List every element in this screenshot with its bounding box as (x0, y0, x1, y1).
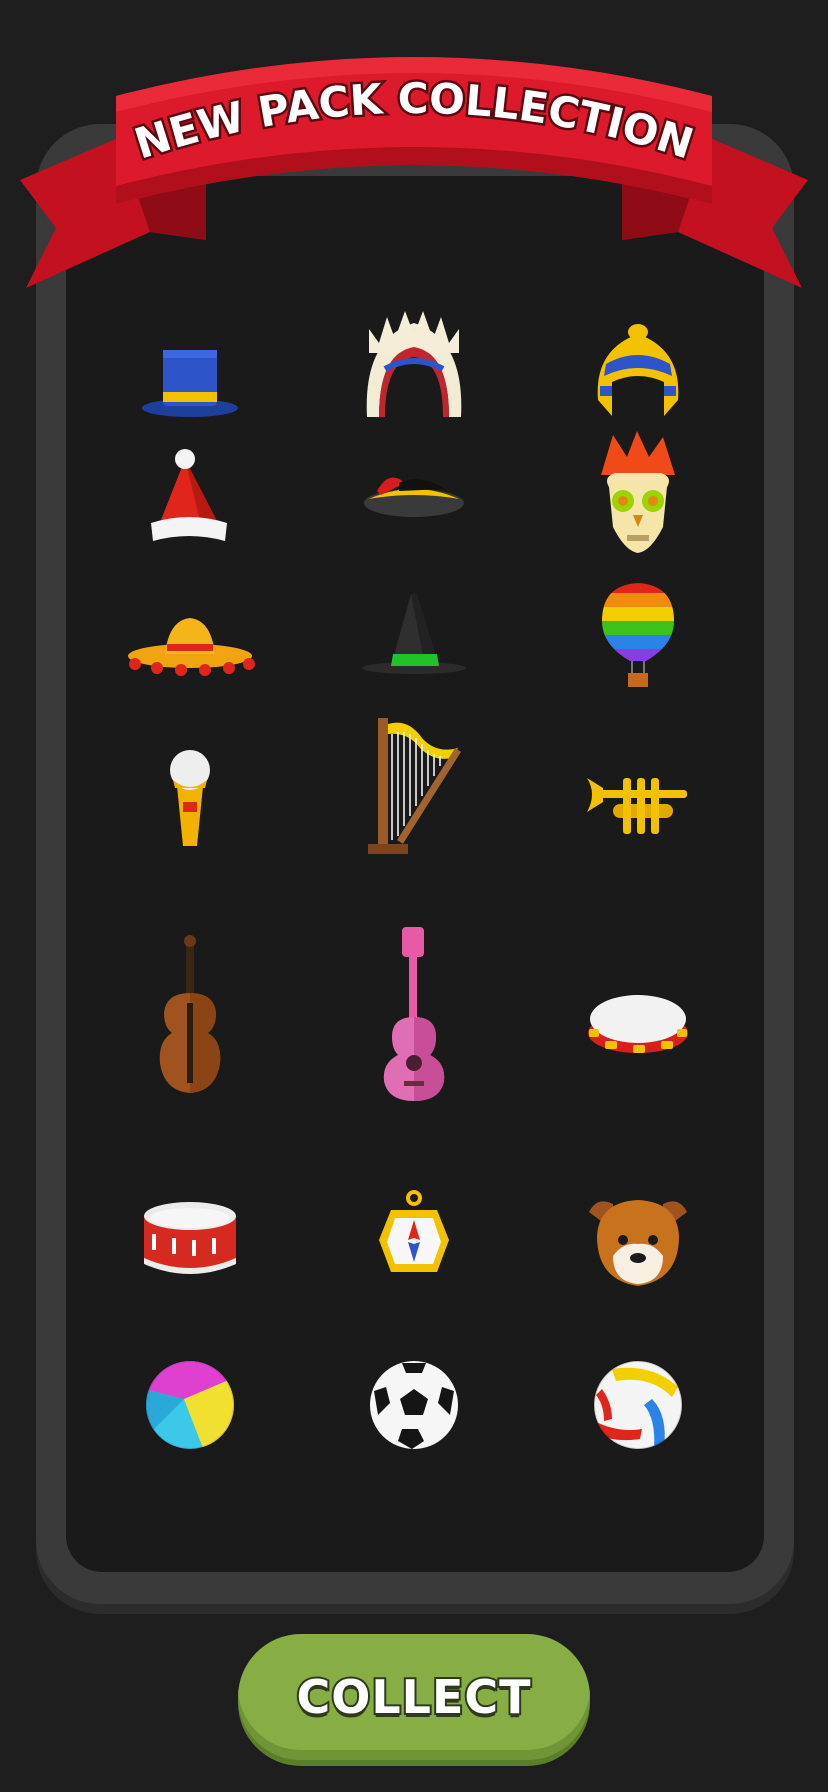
top-hat-icon (78, 322, 302, 442)
sombrero-icon (78, 600, 302, 690)
trumpet-icon (526, 760, 750, 850)
dog-head-icon (526, 1180, 750, 1300)
violin-icon (78, 930, 302, 1100)
ukulele-icon (302, 920, 526, 1110)
harp-icon (302, 700, 526, 870)
title-ribbon: NEW PACK COLLECTION (0, 0, 828, 320)
feather-headdress-icon (302, 300, 526, 430)
soccer-ball-icon (302, 1350, 526, 1460)
hot-air-balloon-icon (526, 570, 750, 700)
santa-hat-icon (78, 440, 302, 550)
witch-hat-icon (302, 580, 526, 690)
collect-button[interactable]: COLLECT (238, 1634, 590, 1760)
pack-collection-screen: NEW PACK COLLECTION COLLECT (0, 0, 828, 1792)
volleyball-icon (526, 1350, 750, 1460)
ribbon-graphic: NEW PACK COLLECTION (20, 57, 808, 288)
item-grid (78, 300, 750, 1500)
pharaoh-headdress-icon (526, 310, 750, 430)
collect-button-label: COLLECT (294, 1668, 532, 1726)
skull-mask-icon (526, 420, 750, 570)
beach-ball-icon (78, 1350, 302, 1460)
microphone-icon (78, 740, 302, 860)
compass-icon (302, 1180, 526, 1290)
captain-hat-icon (302, 450, 526, 540)
tambourine-icon (526, 980, 750, 1070)
drum-icon (78, 1190, 302, 1290)
